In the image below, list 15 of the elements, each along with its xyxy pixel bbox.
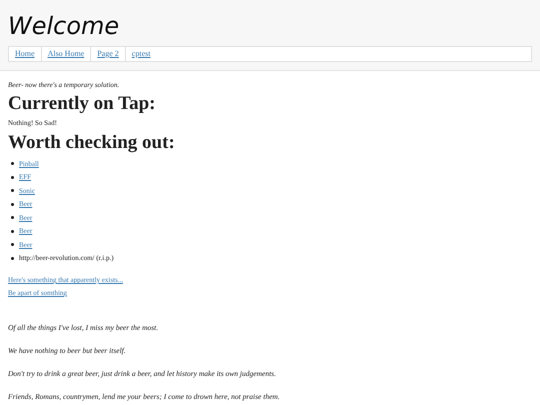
bullet-icon xyxy=(11,202,14,206)
bullet-icon xyxy=(11,256,14,260)
section-heading: Currently on Tap: xyxy=(8,93,156,115)
bullet-icon xyxy=(11,243,14,246)
bullet-icon xyxy=(11,216,14,220)
bullet-icon xyxy=(11,176,14,179)
bullet-icon xyxy=(11,162,14,166)
section-heading: Worth checking out: xyxy=(8,132,176,154)
bullet-icon xyxy=(11,230,14,233)
nav-link[interactable]: Also Home xyxy=(40,47,90,61)
nav-link[interactable]: cptest xyxy=(124,47,156,61)
nav-link[interactable]: Home xyxy=(9,47,41,61)
bullet-icon xyxy=(11,189,14,192)
site-title: Welcome xyxy=(8,11,120,42)
nav-link[interactable]: Page 2 xyxy=(90,47,125,61)
